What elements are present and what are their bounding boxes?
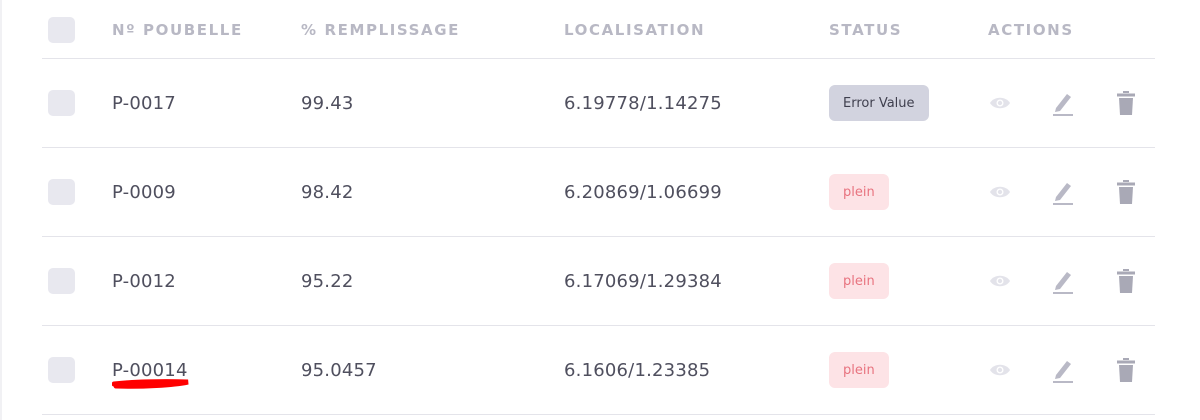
location-coordinates: 6.19778/1.14275 (564, 92, 722, 114)
actions-cell (988, 59, 1148, 147)
select-all-checkbox[interactable] (48, 16, 75, 43)
header-location: LOCALISATION (564, 0, 705, 59)
status-cell: plein (829, 237, 889, 325)
bin-id: P-0009 (112, 181, 176, 203)
header-status: STATUS (829, 0, 902, 59)
status-cell: Error Value (829, 59, 929, 147)
status-cell: plein (829, 326, 889, 414)
eye-icon (990, 364, 1010, 376)
delete-button[interactable] (1114, 59, 1138, 147)
pencil-icon (1053, 272, 1073, 294)
location-coordinates: 6.1606/1.23385 (564, 359, 711, 381)
row-checkbox-cell (48, 237, 75, 325)
table-header: Nº POUBELLE % REMPLISSAGE LOCALISATION S… (42, 0, 1155, 59)
location-cell: 6.1606/1.23385 (564, 326, 710, 414)
fill-cell: 99.43 (301, 59, 354, 147)
header-actions-label: ACTIONS (988, 20, 1074, 39)
header-fill: % REMPLISSAGE (301, 0, 460, 59)
row-checkbox[interactable] (48, 357, 75, 383)
trash-icon (1117, 269, 1135, 293)
status-cell: plein (829, 148, 889, 236)
status-badge: plein (829, 174, 889, 210)
bin-id-cell: P-0017 (112, 59, 176, 147)
fill-percentage: 95.22 (301, 270, 354, 292)
view-button[interactable] (988, 148, 1012, 236)
header-location-label: LOCALISATION (564, 20, 706, 39)
status-badge: plein (829, 263, 889, 299)
trash-icon (1117, 91, 1135, 115)
row-checkbox-cell (48, 148, 75, 236)
location-cell: 6.20869/1.06699 (564, 148, 722, 236)
bins-table: Nº POUBELLE % REMPLISSAGE LOCALISATION S… (42, 0, 1155, 415)
status-badge: plein (829, 352, 889, 388)
row-checkbox-cell (48, 326, 75, 414)
location-coordinates: 6.17069/1.29384 (564, 270, 722, 292)
header-fill-label: % REMPLISSAGE (301, 20, 461, 39)
view-button[interactable] (988, 237, 1012, 325)
row-checkbox-cell (48, 59, 75, 147)
bin-id-cell: P-00014 (112, 326, 188, 414)
row-checkbox[interactable] (48, 179, 75, 205)
row-checkbox[interactable] (48, 90, 75, 116)
header-status-label: STATUS (829, 20, 903, 39)
table-row: P-0009 98.42 6.20869/1.06699 plein (42, 148, 1155, 237)
actions-cell (988, 326, 1148, 414)
fill-cell: 95.0457 (301, 326, 377, 414)
edit-button[interactable] (1050, 148, 1076, 236)
delete-button[interactable] (1114, 326, 1138, 414)
edit-button[interactable] (1050, 59, 1076, 147)
fill-percentage: 98.42 (301, 181, 354, 203)
header-id-label: Nº POUBELLE (112, 20, 243, 39)
pencil-icon (1053, 361, 1073, 383)
pencil-icon (1053, 94, 1073, 116)
eye-icon (990, 275, 1010, 287)
row-checkbox[interactable] (48, 268, 75, 294)
table-row: P-0012 95.22 6.17069/1.29384 plein (42, 237, 1155, 326)
bin-id: P-00014 (112, 359, 188, 381)
header-actions: ACTIONS (988, 0, 1074, 59)
status-badge: Error Value (829, 85, 929, 121)
bin-id: P-0012 (112, 270, 176, 292)
eye-icon (990, 97, 1010, 109)
view-button[interactable] (988, 326, 1012, 414)
location-cell: 6.19778/1.14275 (564, 59, 722, 147)
table-row: P-00014 95.0457 6.1606/1.23385 plein (42, 326, 1155, 415)
fill-percentage: 95.0457 (301, 359, 377, 381)
bin-id-cell: P-0012 (112, 237, 176, 325)
actions-cell (988, 148, 1148, 236)
delete-button[interactable] (1114, 237, 1138, 325)
bin-id-cell: P-0009 (112, 148, 176, 236)
fill-cell: 98.42 (301, 148, 354, 236)
edit-button[interactable] (1050, 326, 1076, 414)
view-button[interactable] (988, 59, 1012, 147)
table-row: P-0017 99.43 6.19778/1.14275 Error Value (42, 59, 1155, 148)
header-id: Nº POUBELLE (112, 0, 243, 59)
trash-icon (1117, 180, 1135, 204)
page-edge (0, 0, 2, 420)
bin-id: P-0017 (112, 92, 176, 114)
trash-icon (1117, 358, 1135, 382)
location-coordinates: 6.20869/1.06699 (564, 181, 722, 203)
red-underline-annotation (112, 379, 189, 389)
actions-cell (988, 237, 1148, 325)
fill-percentage: 99.43 (301, 92, 354, 114)
location-cell: 6.17069/1.29384 (564, 237, 722, 325)
eye-icon (990, 186, 1010, 198)
edit-button[interactable] (1050, 237, 1076, 325)
header-checkbox-cell (48, 0, 75, 59)
pencil-icon (1053, 183, 1073, 205)
fill-cell: 95.22 (301, 237, 354, 325)
delete-button[interactable] (1114, 148, 1138, 236)
